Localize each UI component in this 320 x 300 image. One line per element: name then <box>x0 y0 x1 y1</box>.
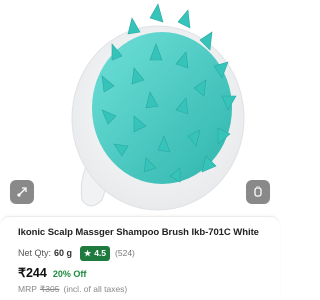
product-title[interactable]: Ikonic Scalp Massger Shampoo Brush Ikb-7… <box>18 227 276 238</box>
rating-value: 4.5 <box>94 248 107 258</box>
scalp-brush-image <box>71 3 245 211</box>
mrp-label: MRP <box>18 284 37 294</box>
discount-badge: 20% Off <box>52 269 87 279</box>
wishlist-button[interactable] <box>246 180 270 204</box>
mrp-value: ₹305 <box>39 284 60 294</box>
rating-count[interactable]: (524) <box>115 248 135 258</box>
star-icon: ★ <box>84 248 92 258</box>
net-qty-label: Net Qty: <box>18 248 52 258</box>
product-details-card: Ikonic Scalp Massger Shampoo Brush Ikb-7… <box>0 216 280 300</box>
product-image-area <box>0 0 280 218</box>
tax-note: (incl. of all taxes) <box>63 284 128 294</box>
wishlist-icon <box>254 186 262 197</box>
mrp-row: MRP ₹305 (incl. of all taxes) <box>18 284 127 295</box>
quantity-rating-row: Net Qty: 60 g ★ 4.5 (524) <box>18 245 135 261</box>
price-row: ₹244 20% Off <box>18 265 86 281</box>
share-button[interactable] <box>10 180 34 204</box>
rating-badge[interactable]: ★ 4.5 <box>80 245 111 261</box>
share-icon <box>17 187 27 197</box>
net-qty-value: 60 g <box>54 248 73 258</box>
selling-price: ₹244 <box>18 266 47 280</box>
